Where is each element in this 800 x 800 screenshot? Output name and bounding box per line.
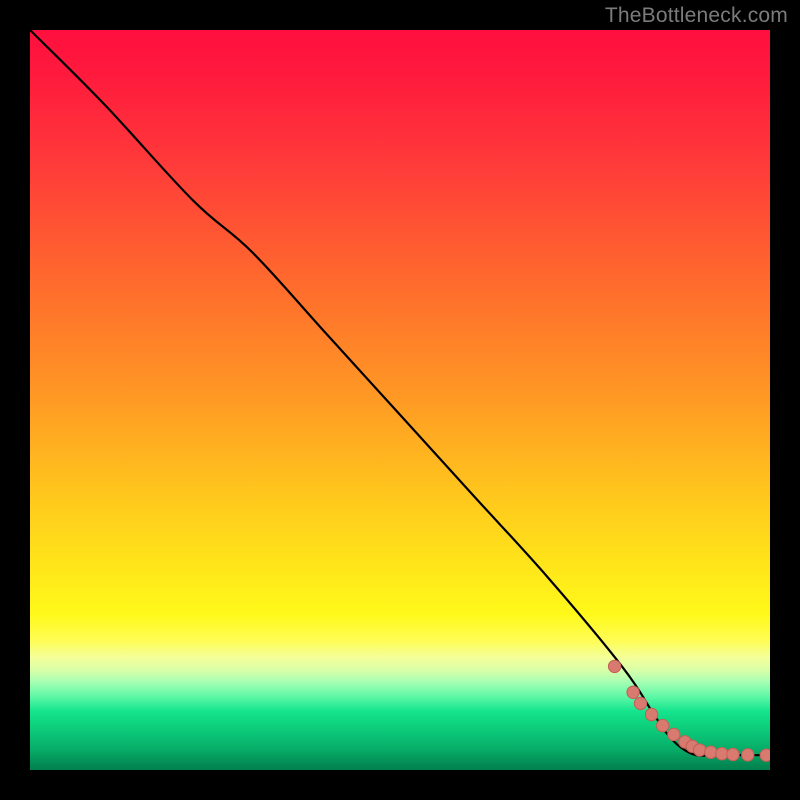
main-curve — [30, 30, 770, 756]
data-point — [716, 748, 728, 760]
data-point — [760, 749, 770, 761]
data-point — [657, 719, 669, 731]
markers-layer — [608, 660, 770, 761]
data-point — [727, 748, 739, 760]
data-point — [742, 749, 754, 761]
chart-stage: TheBottleneck.com — [0, 0, 800, 800]
chart-overlay — [30, 30, 770, 770]
data-point — [627, 686, 639, 698]
plot-area — [30, 30, 770, 770]
attribution-label: TheBottleneck.com — [605, 4, 788, 28]
data-point — [645, 708, 657, 720]
data-point — [668, 728, 680, 740]
curve-layer — [30, 30, 770, 756]
data-point — [608, 660, 620, 672]
data-point — [694, 744, 706, 756]
data-point — [634, 697, 646, 709]
data-point — [705, 746, 717, 758]
